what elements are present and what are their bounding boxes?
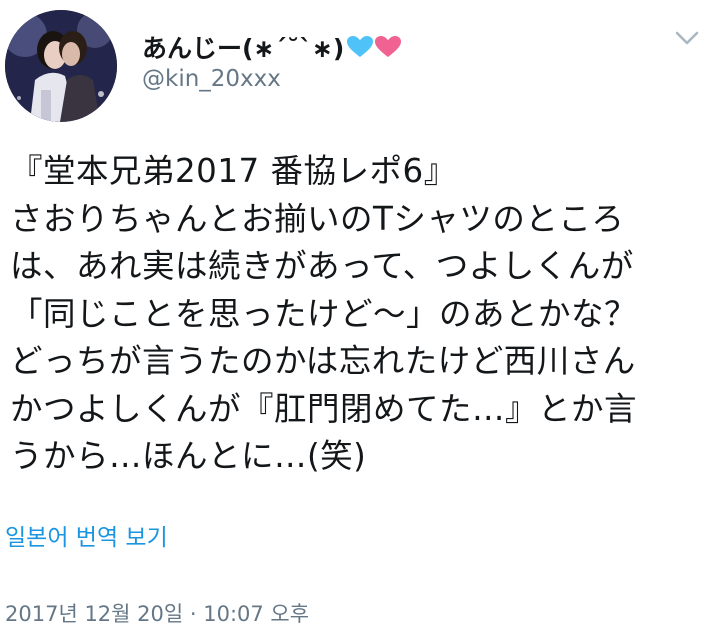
tweet-text-line: 『堂本兄弟2017 番協レポ6』 bbox=[10, 152, 457, 190]
tweet-timestamp[interactable]: 2017년 12월 20일 · 10:07 오후 bbox=[5, 598, 309, 628]
display-name-row[interactable]: あんじー(∗´˘`∗) bbox=[142, 30, 402, 64]
blue-heart-icon bbox=[347, 36, 374, 57]
tweet-text-line: うから…ほんとに…(笑) bbox=[10, 437, 367, 475]
chevron-down-icon[interactable] bbox=[674, 28, 700, 48]
display-name[interactable]: あんじー(∗´˘`∗) bbox=[142, 29, 344, 65]
tweet-text-line: 「同じことを思ったけど〜」のあとかな？ bbox=[10, 294, 638, 333]
tweet-text-line: どっちが言うたのかは忘れたけど西川さん bbox=[10, 342, 636, 380]
avatar-photo bbox=[5, 10, 117, 122]
tweet-text: 『堂本兄弟2017 番協レポ6』 さおりちゃんとお揃いのTシャツのところ は、あ… bbox=[10, 148, 710, 481]
translate-tweet-link[interactable]: 일본어 번역 보기 bbox=[5, 518, 168, 552]
tweet-text-line: さおりちゃんとお揃いのTシャツのところ bbox=[10, 199, 625, 238]
tweet-text-line: かつよしくんが『肛門閉めてた…』とか言 bbox=[10, 389, 638, 428]
tweet-card: あんじー(∗´˘`∗) @kin_20xxx 『堂本兄弟2017 番協レポ6』 … bbox=[0, 0, 720, 639]
pink-heart-icon bbox=[375, 36, 402, 57]
user-handle[interactable]: @kin_20xxx bbox=[142, 66, 402, 92]
author-block: あんじー(∗´˘`∗) @kin_20xxx bbox=[142, 30, 402, 92]
tweet-text-line: は、あれ実は続きがあって、つよしくんが bbox=[10, 247, 634, 285]
avatar[interactable] bbox=[5, 10, 117, 122]
badge-icons bbox=[346, 35, 402, 59]
tweet-header: あんじー(∗´˘`∗) @kin_20xxx bbox=[0, 0, 720, 130]
